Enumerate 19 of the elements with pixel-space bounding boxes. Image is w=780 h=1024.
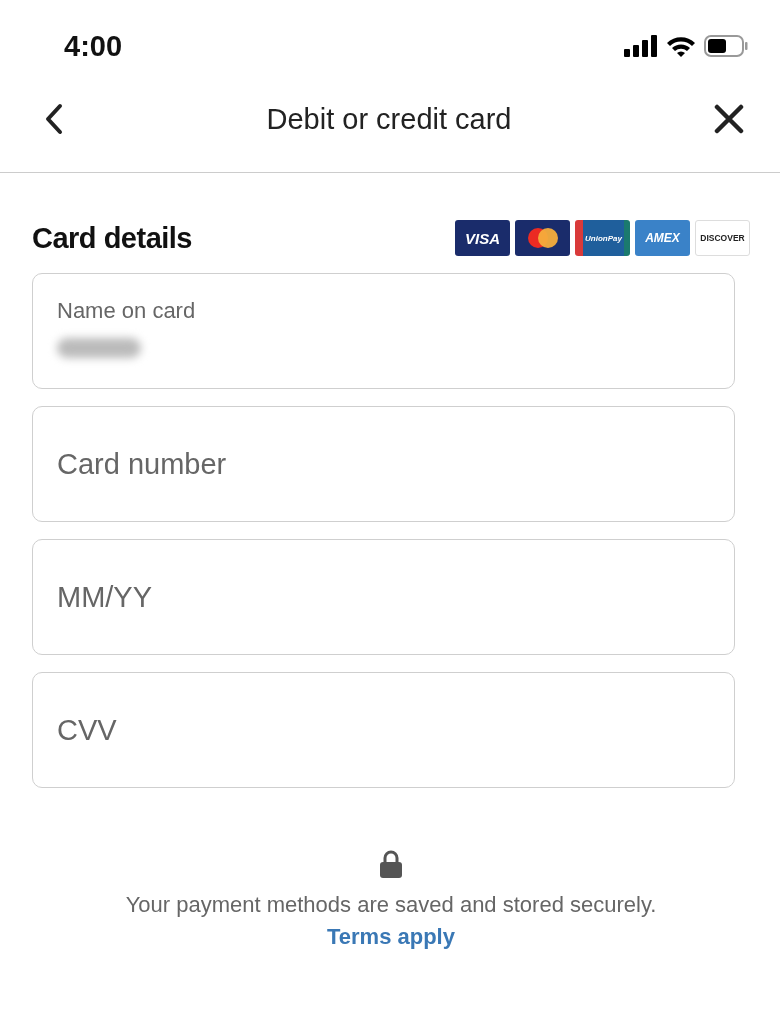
lock-icon bbox=[379, 850, 403, 878]
name-field[interactable]: Name on card bbox=[32, 273, 735, 389]
field-label: Name on card bbox=[57, 298, 197, 324]
wifi-icon bbox=[666, 35, 696, 57]
section-title: Card details bbox=[32, 221, 192, 255]
input-field[interactable]: Card number bbox=[32, 406, 735, 522]
visa-logo: VISA bbox=[455, 220, 510, 256]
page-title: Debit or credit card bbox=[266, 102, 512, 136]
terms-link[interactable]: Terms apply bbox=[327, 924, 455, 950]
input-field[interactable]: MM/YY bbox=[32, 539, 735, 655]
amex-logo: AMEX bbox=[635, 220, 690, 256]
input-field[interactable]: CVV bbox=[32, 672, 735, 788]
signal-icon bbox=[624, 35, 658, 57]
mastercard-logo bbox=[515, 220, 570, 256]
discover-logo: DISCOVER bbox=[695, 220, 750, 256]
battery-icon bbox=[704, 35, 748, 57]
security-note: Your payment methods are saved and stored securely. bbox=[125, 892, 657, 918]
status-time: 4:00 bbox=[64, 29, 123, 63]
unionpay-logo: UnionPay bbox=[575, 220, 630, 256]
